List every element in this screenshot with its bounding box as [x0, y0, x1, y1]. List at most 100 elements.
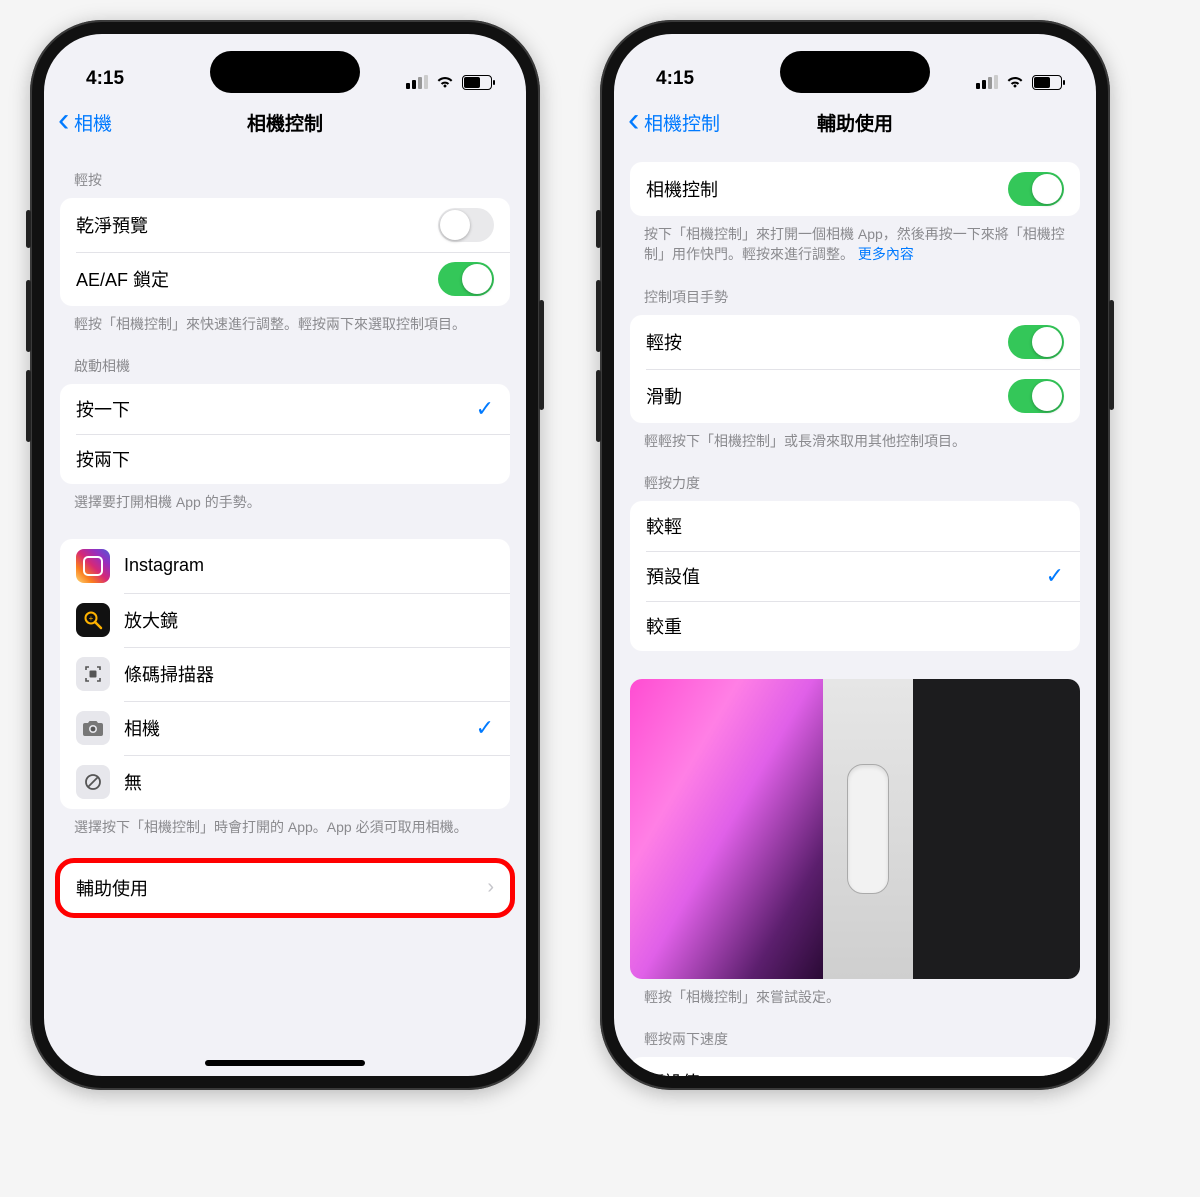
row-label: 無 — [124, 769, 494, 795]
row-label: 預設值 — [646, 1069, 1032, 1076]
side-button — [1109, 300, 1114, 410]
row-label: 條碼掃描器 — [124, 661, 494, 687]
row-label: 預設值 — [646, 563, 1032, 589]
row-label: 按一下 — [76, 396, 462, 422]
row-label: 輔助使用 — [76, 875, 473, 901]
row-accessibility[interactable]: 輔助使用 › — [60, 863, 510, 913]
section-footer-apps: 選擇按下「相機控制」時會打開的 App。App 必須可取用相機。 — [60, 809, 510, 837]
toggle-camera-control[interactable] — [1008, 172, 1064, 206]
dynamic-island — [210, 51, 360, 93]
checkmark-icon: ✓ — [1046, 1069, 1064, 1076]
section-footer-tap: 輕按「相機控制」來快速進行調整。輕按兩下來選取控制項目。 — [60, 306, 510, 334]
checkmark-icon: ✓ — [1046, 563, 1064, 589]
section-header-launch: 啟動相機 — [60, 334, 510, 384]
toggle-tap[interactable] — [1008, 325, 1064, 359]
row-label: AE/AF 鎖定 — [76, 266, 424, 292]
preview-wallpaper — [630, 679, 823, 979]
preview-phone-side — [823, 679, 913, 979]
row-label: 乾淨預覽 — [76, 212, 424, 238]
row-app-magnifier[interactable]: + 放大鏡 — [60, 593, 510, 647]
page-title: 輔助使用 — [817, 109, 893, 136]
content: 相機控制 按下「相機控制」來打開一個相機 App，然後再按一下來將「相機控制」用… — [614, 148, 1096, 1076]
toggle-swipe[interactable] — [1008, 379, 1064, 413]
wifi-icon — [435, 74, 455, 90]
dynamic-island — [780, 51, 930, 93]
row-clean-preview[interactable]: 乾淨預覽 — [60, 198, 510, 252]
home-indicator[interactable] — [205, 1060, 365, 1066]
side-button — [596, 210, 601, 248]
section-header-speed: 輕按兩下速度 — [630, 1007, 1080, 1057]
toggle-clean-preview[interactable] — [438, 208, 494, 242]
section-footer-gesture: 輕輕按下「相機控制」或長滑來取用其他控制項目。 — [630, 423, 1080, 451]
side-button — [596, 280, 601, 352]
back-button[interactable]: 相機 — [58, 109, 112, 136]
magnifier-icon: + — [76, 603, 110, 637]
side-button — [596, 370, 601, 442]
row-launch-double[interactable]: 按兩下 — [60, 434, 510, 484]
row-label: Instagram — [124, 555, 494, 576]
row-label: 較重 — [646, 613, 1064, 639]
row-force-light[interactable]: 較輕 — [630, 501, 1080, 551]
row-label: 滑動 — [646, 383, 994, 409]
side-button — [26, 280, 31, 352]
section-footer-camera-control: 按下「相機控制」來打開一個相機 App，然後再按一下來將「相機控制」用作快門。輕… — [630, 216, 1080, 265]
content: 輕按 乾淨預覽 AE/AF 鎖定 輕按「相機控制」來快速進行調整。輕按兩下來選取… — [44, 148, 526, 1076]
section-header-force: 輕按力度 — [630, 451, 1080, 501]
wifi-icon — [1005, 74, 1025, 90]
section-footer-launch: 選擇要打開相機 App 的手勢。 — [60, 484, 510, 512]
battery-icon — [1032, 75, 1062, 90]
checkmark-icon: ✓ — [476, 715, 494, 741]
instagram-icon — [76, 549, 110, 583]
row-label: 放大鏡 — [124, 607, 494, 633]
row-tap[interactable]: 輕按 — [630, 315, 1080, 369]
status-time: 4:15 — [86, 68, 124, 90]
status-time: 4:15 — [656, 68, 694, 90]
row-aeaf-lock[interactable]: AE/AF 鎖定 — [60, 252, 510, 306]
svg-text:+: + — [89, 614, 94, 623]
chevron-left-icon — [58, 111, 72, 133]
row-label: 按兩下 — [76, 446, 494, 472]
toggle-aeaf-lock[interactable] — [438, 262, 494, 296]
cellular-icon — [406, 75, 428, 89]
none-icon — [76, 765, 110, 799]
camera-icon — [76, 711, 110, 745]
section-header-gesture: 控制項目手勢 — [630, 265, 1080, 315]
nav-bar: 相機控制 輔助使用 — [614, 96, 1096, 148]
side-button — [26, 210, 31, 248]
row-force-default[interactable]: 預設值 ✓ — [630, 551, 1080, 601]
learn-more-link[interactable]: 更多內容 — [858, 246, 914, 262]
preview-image — [630, 679, 1080, 979]
barcode-icon — [76, 657, 110, 691]
preview-dark-panel — [913, 679, 1080, 979]
back-button[interactable]: 相機控制 — [628, 109, 720, 136]
back-label: 相機控制 — [644, 109, 720, 136]
footer-text: 按下「相機控制」來打開一個相機 App，然後再按一下來將「相機控制」用作快門。輕… — [644, 226, 1065, 262]
row-camera-control[interactable]: 相機控制 — [630, 162, 1080, 216]
phone-right: 4:15 相機控制 輔助使用 相機控制 — [600, 20, 1110, 1090]
back-label: 相機 — [74, 109, 112, 136]
phone-left: 4:15 相機 相機控制 輕按 乾淨預覽 — [30, 20, 540, 1090]
row-app-instagram[interactable]: Instagram — [60, 539, 510, 593]
row-force-firm[interactable]: 較重 — [630, 601, 1080, 651]
checkmark-icon: ✓ — [476, 396, 494, 422]
row-speed-default[interactable]: 預設值 ✓ — [630, 1057, 1080, 1076]
row-app-none[interactable]: 無 — [60, 755, 510, 809]
battery-icon — [462, 75, 492, 90]
section-header-tap: 輕按 — [60, 148, 510, 198]
row-app-camera[interactable]: 相機 ✓ — [60, 701, 510, 755]
row-label: 輕按 — [646, 329, 994, 355]
side-button — [539, 300, 544, 410]
nav-bar: 相機 相機控制 — [44, 96, 526, 148]
row-app-barcode[interactable]: 條碼掃描器 — [60, 647, 510, 701]
row-label: 相機控制 — [646, 176, 994, 202]
side-button — [26, 370, 31, 442]
row-label: 相機 — [124, 715, 462, 741]
row-swipe[interactable]: 滑動 — [630, 369, 1080, 423]
row-label: 較輕 — [646, 513, 1064, 539]
cellular-icon — [976, 75, 998, 89]
camera-control-button — [847, 764, 889, 894]
section-footer-preview: 輕按「相機控制」來嘗試設定。 — [630, 979, 1080, 1007]
chevron-left-icon — [628, 111, 642, 133]
page-title: 相機控制 — [247, 109, 323, 136]
row-launch-single[interactable]: 按一下 ✓ — [60, 384, 510, 434]
